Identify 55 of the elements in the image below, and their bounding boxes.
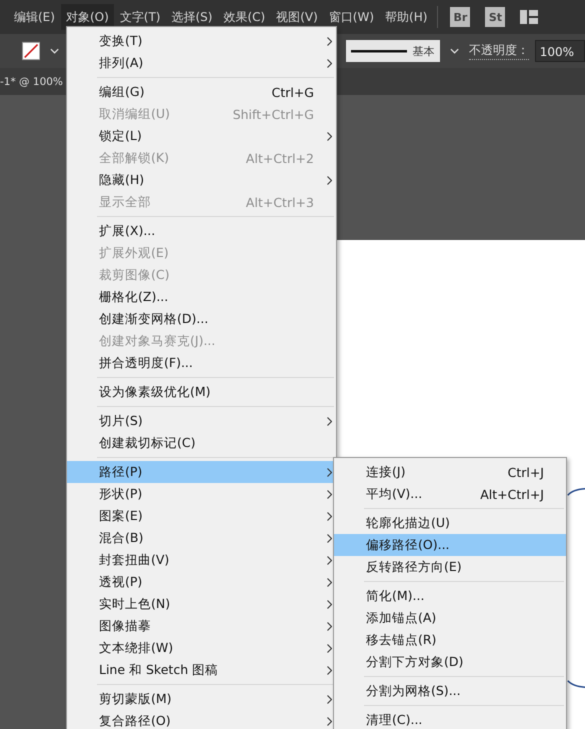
menu-item[interactable]: 文本绕排(W): [67, 637, 336, 659]
menu-item[interactable]: 锁定(L): [67, 125, 336, 147]
menu-item[interactable]: 拼合透明度(F)...: [67, 352, 336, 374]
menu-item[interactable]: 编组(G) Ctrl+G: [67, 81, 336, 103]
menu-item[interactable]: 偏移路径(O)...: [334, 534, 566, 556]
curve-path: [567, 488, 585, 496]
menu-item[interactable]: 透视(P): [67, 571, 336, 593]
curve-path: [567, 680, 585, 688]
menu-item[interactable]: 剪切蒙版(M): [67, 688, 336, 710]
menu-item[interactable]: 排列(A): [67, 52, 336, 74]
menubar-item[interactable]: 窗口(W): [324, 4, 380, 30]
menu-item[interactable]: 添加锚点(A): [334, 607, 566, 629]
menu-item[interactable]: 清理(C)...: [334, 709, 566, 729]
menubar-item[interactable]: 效果(C): [218, 4, 270, 30]
document-tab[interactable]: -1* @ 100%: [0, 76, 63, 88]
menu-item[interactable]: 切片(S): [67, 410, 336, 432]
opacity-field[interactable]: 100%: [534, 40, 585, 62]
stroke-style-dropdown[interactable]: 基本: [346, 40, 440, 62]
menu-item[interactable]: 隐藏(H): [67, 169, 336, 191]
menu-item[interactable]: 平均(V)... Alt+Ctrl+J: [334, 483, 566, 505]
menu-item[interactable]: 创建裁切标记(C): [67, 432, 336, 454]
menu-item[interactable]: 复合路径(O): [67, 710, 336, 729]
menu-item[interactable]: 分割下方对象(D): [334, 651, 566, 673]
menu-item[interactable]: 形状(P): [67, 483, 336, 505]
menu-item[interactable]: 设为像素级优化(M): [67, 381, 336, 403]
menu-item[interactable]: 简化(M)...: [334, 585, 566, 607]
menu-item[interactable]: 封套扭曲(V): [67, 549, 336, 571]
menu-item[interactable]: 移去锚点(R): [334, 629, 566, 651]
no-fill-swatch-icon[interactable]: [22, 41, 40, 61]
menubar-item[interactable]: 视图(V): [271, 4, 323, 30]
menu-item[interactable]: 创建渐变网格(D)...: [67, 308, 336, 330]
menu-item[interactable]: 图像描摹: [67, 615, 336, 637]
menubar-item[interactable]: 选择(S): [166, 4, 218, 30]
menu-item[interactable]: 实时上色(N): [67, 593, 336, 615]
menu-item[interactable]: 栅格化(Z)...: [67, 286, 336, 308]
line-style-icon: [350, 49, 407, 53]
menu-item[interactable]: 混合(B): [67, 527, 336, 549]
workspace-layout-icon[interactable]: [520, 10, 538, 24]
menubar-item[interactable]: 编辑(E): [9, 4, 60, 30]
chevron-down-icon[interactable]: [50, 48, 60, 54]
menu-item[interactable]: 连接(J) Ctrl+J: [334, 461, 566, 483]
menu-item[interactable]: 分割为网格(S)...: [334, 680, 566, 702]
menu-item[interactable]: 反转路径方向(E): [334, 556, 566, 578]
menu-item[interactable]: 图案(E): [67, 505, 336, 527]
menu-item[interactable]: Line 和 Sketch 图稿: [67, 659, 336, 681]
menubar-item[interactable]: 文字(T): [114, 4, 166, 30]
opacity-label[interactable]: 不透明度：: [468, 42, 529, 60]
menubar-item[interactable]: 帮助(H): [380, 4, 432, 30]
menu-item[interactable]: 轮廓化描边(U): [334, 512, 566, 534]
menu-item[interactable]: 扩展(X)...: [67, 220, 336, 242]
menu-item[interactable]: 变换(T): [67, 30, 336, 52]
menu-item[interactable]: 路径(P): [67, 461, 336, 483]
chevron-down-icon[interactable]: [450, 48, 459, 54]
app-button[interactable]: St: [485, 7, 506, 27]
app-button[interactable]: Br: [450, 7, 470, 27]
